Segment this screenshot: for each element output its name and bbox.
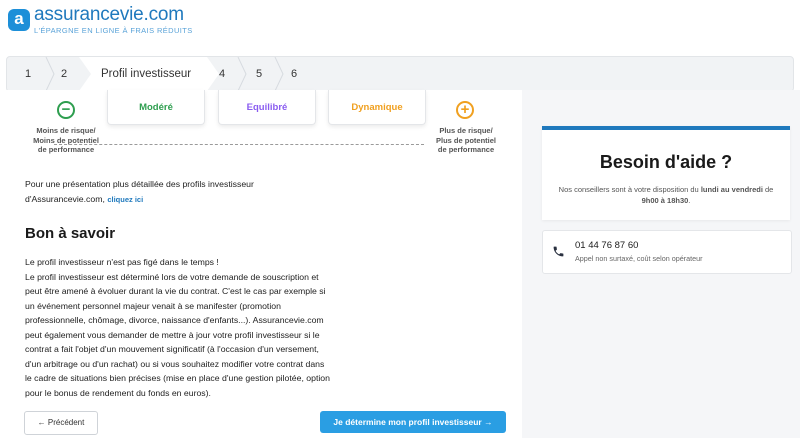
step-1[interactable]: 1 bbox=[25, 57, 31, 91]
step-separator-icon bbox=[274, 57, 284, 91]
intro-text: Pour une présentation plus détaillée des… bbox=[25, 179, 254, 204]
step-5: 5 bbox=[256, 68, 263, 80]
info-paragraph: Le profil investisseur n'est pas figé da… bbox=[25, 257, 330, 398]
phone-number[interactable]: 01 44 76 87 60 bbox=[575, 240, 638, 251]
help-title: Besoin d'aide ? bbox=[599, 152, 733, 172]
step-separator-icon bbox=[45, 57, 55, 91]
higher-risk-note: Plus de risque/Plus de potentiel de perfo… bbox=[435, 126, 496, 154]
profile-modere-button[interactable]: Modéré bbox=[107, 90, 205, 125]
step-2[interactable]: 2 bbox=[61, 57, 67, 91]
phone-icon bbox=[553, 246, 564, 257]
section-title: Bon à savoir bbox=[25, 225, 116, 242]
risk-scale-line bbox=[54, 144, 424, 145]
lower-risk-note: Moins de risque/Moins de potentiel de per… bbox=[33, 126, 99, 154]
profiles-detail-link[interactable]: cliquez ici bbox=[107, 195, 143, 204]
phone-card[interactable]: 01 44 76 87 60 Appel non surtaxé, coût s… bbox=[542, 230, 792, 274]
help-card: Besoin d'aide ? Nos conseillers sont à v… bbox=[542, 126, 790, 220]
step-6: 6 bbox=[291, 68, 298, 80]
progress-stepper: 1 2 Profil investisseur 4 5 6 bbox=[6, 56, 794, 92]
profile-equilibre-button[interactable]: Equilibré bbox=[218, 90, 316, 125]
step-separator-icon bbox=[237, 57, 247, 91]
logo-name[interactable]: assurancevie.com bbox=[34, 4, 184, 26]
logo-icon[interactable]: a bbox=[8, 9, 30, 31]
help-hours-text: Nos conseillers sont à votre disposition… bbox=[558, 185, 774, 205]
step-3-active[interactable]: Profil investisseur bbox=[101, 57, 191, 91]
logo-tagline: L'ÉPARGNE EN LIGNE À FRAIS RÉDUITS bbox=[34, 26, 193, 35]
site-header: a assurancevie.com L'ÉPARGNE EN LIGNE À … bbox=[0, 0, 800, 42]
plus-circle-icon: + bbox=[456, 101, 474, 119]
previous-button[interactable]: ← Précédent bbox=[24, 411, 98, 435]
minus-circle-icon: − bbox=[57, 101, 75, 119]
step-4: 4 bbox=[219, 68, 226, 80]
profile-dynamique-button[interactable]: Dynamique bbox=[328, 90, 426, 125]
determine-profile-button[interactable]: Je détermine mon profil investisseur → bbox=[320, 411, 506, 433]
phone-note: Appel non surtaxé, coût selon opérateur bbox=[575, 254, 703, 263]
